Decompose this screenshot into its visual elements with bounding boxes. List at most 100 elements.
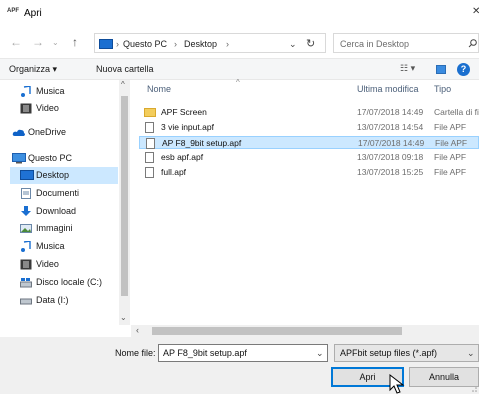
column-header-type[interactable]: Tipo [434,84,451,94]
filename-value: AP F8_9bit setup.apf [163,348,247,358]
scroll-up-icon[interactable]: ^ [121,80,125,89]
sidebar-item-onedrive[interactable]: OneDrive [0,124,118,141]
breadcrumb-separator-icon: › [116,39,119,49]
file-type-filter[interactable]: APFbit setup files (*.apf) ⌄ [334,344,479,362]
file-list: ^ Nome Ultima modifica Tipo APF Screen 1… [131,78,479,337]
file-modified: 13/07/2018 15:25 [357,167,424,177]
mouse-cursor-icon [389,374,405,394]
sidebar-item-label: Desktop [36,170,70,180]
back-arrow-icon[interactable]: ← [10,35,22,49]
column-header-name[interactable]: Nome [147,84,171,94]
file-name: AP F8_9bit setup.apf [162,138,242,148]
chevron-down-icon[interactable]: ⌄ [467,348,475,359]
sidebar-item-data[interactable]: Data (I:) [10,292,118,309]
list-item[interactable]: APF Screen 17/07/2018 14:49 Cartella di … [139,106,479,119]
computer-icon [12,153,26,164]
list-item-selected[interactable]: AP F8_9bit setup.apf 17/07/2018 14:49 Fi… [139,136,479,149]
breadcrumb-separator-icon: › [226,39,229,49]
music-icon [21,86,31,97]
list-item[interactable]: 3 vie input.apf 13/07/2018 14:54 File AP… [139,121,479,134]
drive-icon [20,298,32,305]
pictures-icon [20,224,32,233]
file-type: File APF [434,122,467,132]
file-modified: 17/07/2018 14:49 [358,138,425,148]
file-modified: 13/07/2018 14:54 [357,122,424,132]
command-bar: Organizza ▾ Nuova cartella ☷ ▾ ? [0,58,479,80]
title-bar[interactable]: APF Apri ✕ [0,0,479,28]
sidebar-item-musica-2[interactable]: Musica [10,238,118,255]
drive-icon [20,278,32,288]
view-options-icon[interactable]: ☷ ▾ [400,63,415,74]
search-placeholder: Cerca in Desktop [340,39,410,49]
organize-button[interactable]: Organizza ▾ [9,64,57,75]
sidebar-item-label: OneDrive [28,127,67,137]
history-dropdown-icon[interactable]: ⌄ [289,39,297,50]
chevron-down-icon[interactable]: ⌄ [316,348,324,359]
navigation-pane: Musica Video OneDrive Questo PC Desktop … [0,80,130,337]
file-modified: 17/07/2018 14:49 [357,107,424,117]
file-icon [145,122,154,133]
cloud-icon [12,129,25,136]
filename-field[interactable]: AP F8_9bit setup.apf ⌄ [158,344,328,362]
search-input[interactable]: Cerca in Desktop [333,33,479,53]
address-bar[interactable]: › Questo PC › Desktop › ⌄ ↻ [94,33,326,53]
sort-ascending-icon: ^ [236,78,240,87]
desktop-icon [20,170,34,180]
search-icon [468,39,477,48]
refresh-icon[interactable]: ↻ [306,37,315,50]
sidebar-item-musica[interactable]: Musica [10,83,118,100]
column-header-modified[interactable]: Ultima modifica [357,84,419,94]
sidebar-item-label: Questo PC [28,153,73,163]
window-title: Apri [24,8,42,19]
sidebar-item-download[interactable]: Download [10,203,118,220]
file-icon [145,167,154,178]
sidebar-item-desktop[interactable]: Desktop [10,167,118,184]
sidebar-item-label: Documenti [36,188,80,198]
breadcrumb-questo-pc[interactable]: Questo PC [123,39,167,49]
sidebar-item-questo-pc[interactable]: Questo PC [0,150,118,167]
sidebar-item-label: Video [36,259,59,269]
up-arrow-icon[interactable]: ↑ [72,35,78,49]
resize-grip-icon[interactable] [468,383,478,393]
close-icon[interactable]: ✕ [472,6,479,17]
file-name: 3 vie input.apf [161,122,214,132]
new-folder-button[interactable]: Nuova cartella [96,64,154,74]
sidebar-item-documenti[interactable]: Documenti [10,185,118,202]
chevron-down-icon[interactable]: ⌄ [52,38,59,47]
breadcrumb-desktop[interactable]: Desktop [184,39,217,49]
forward-arrow-icon[interactable]: → [32,35,44,49]
filename-label: Nome file: [115,348,156,358]
video-icon [20,259,32,270]
file-type: File APF [434,152,467,162]
sidebar-item-disco-locale[interactable]: Disco locale (C:) [10,274,118,291]
sidebar-item-immagini[interactable]: Immagini [10,220,118,237]
file-type: File APF [435,138,468,148]
sidebar-scrollbar-thumb[interactable] [121,96,128,296]
file-name: esb apf.apf [161,152,204,162]
documents-icon [21,188,31,199]
sidebar-item-label: Data (I:) [36,295,69,305]
music-icon [21,241,31,252]
help-icon[interactable]: ? [457,63,470,76]
sidebar-item-label: Immagini [36,223,73,233]
file-modified: 13/07/2018 09:18 [357,152,424,162]
video-icon [20,103,32,114]
app-icon: APF [7,8,19,14]
file-icon [145,152,154,163]
sidebar-item-label: Musica [36,86,65,96]
scroll-left-icon[interactable]: ‹ [136,325,139,335]
file-icon [146,138,155,149]
sidebar-item-video-2[interactable]: Video [10,256,118,273]
computer-icon [99,39,113,49]
folder-icon [144,108,156,117]
download-icon [21,206,31,216]
filter-value: APFbit setup files (*.apf) [340,348,438,358]
file-type: Cartella di file [434,107,479,117]
list-item[interactable]: full.apf 13/07/2018 15:25 File APF [139,166,479,179]
horizontal-scrollbar-thumb[interactable] [152,327,402,335]
preview-pane-icon[interactable] [436,65,446,74]
sidebar-item-label: Disco locale (C:) [36,277,103,287]
list-item[interactable]: esb apf.apf 13/07/2018 09:18 File APF [139,151,479,164]
sidebar-item-video[interactable]: Video [10,100,118,117]
scroll-down-icon[interactable]: ⌄ [120,313,127,322]
